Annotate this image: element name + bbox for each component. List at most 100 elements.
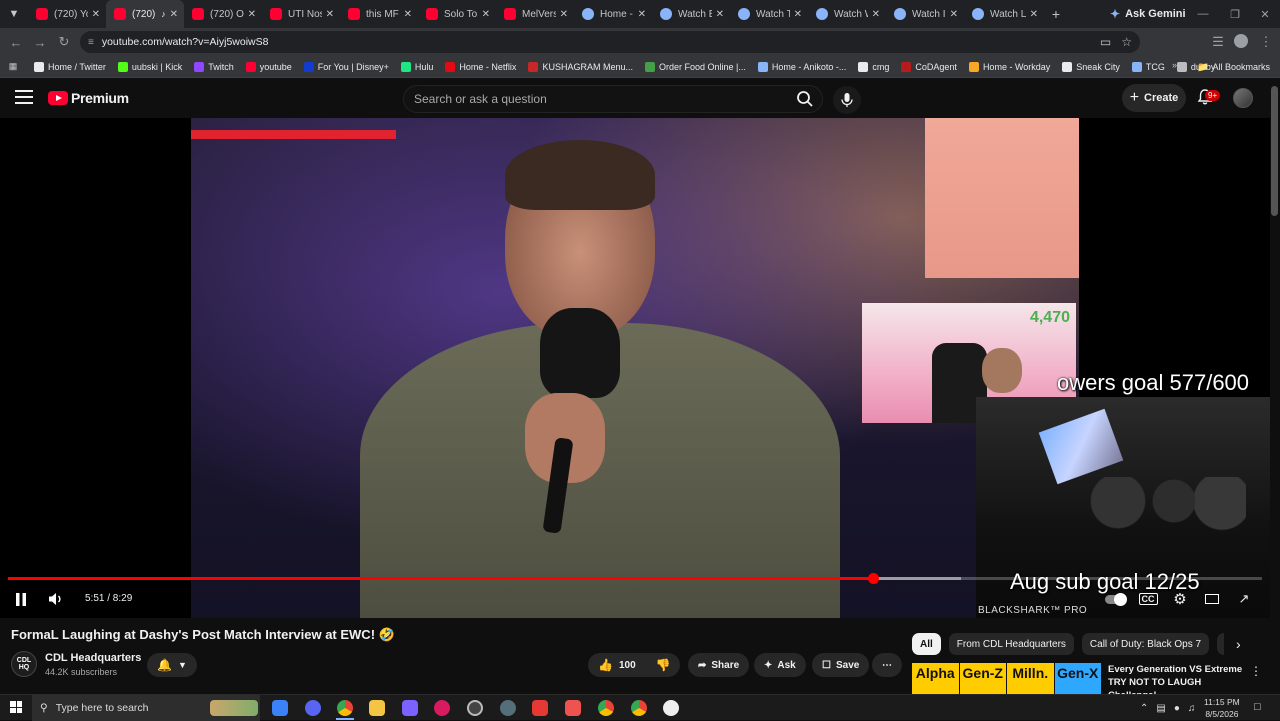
- bookmark-item[interactable]: Home - Anikoto -...: [757, 61, 846, 72]
- media-controls-icon[interactable]: ☰: [1206, 30, 1230, 54]
- bookmark-item[interactable]: Order Food Online |...: [644, 61, 746, 72]
- close-tab-icon[interactable]: ✕: [1030, 9, 1038, 20]
- bookmark-item[interactable]: Home - Netflix: [445, 61, 516, 72]
- fullscreen-button[interactable]: ↗: [1234, 588, 1254, 610]
- reload-icon[interactable]: ↻: [52, 30, 76, 54]
- channel-avatar[interactable]: CDL HQ: [11, 651, 37, 677]
- browser-tab[interactable]: MelVers ✕: [496, 0, 574, 28]
- like-button[interactable]: 👍 100: [598, 658, 636, 672]
- chrome-profile-2-icon[interactable]: [631, 700, 647, 716]
- voice-search-button[interactable]: [833, 86, 861, 114]
- close-tab-icon[interactable]: ✕: [716, 9, 724, 20]
- chrome-icon[interactable]: [337, 700, 353, 716]
- settings-button[interactable]: ⚙: [1170, 588, 1190, 610]
- back-arrow-icon[interactable]: ←: [4, 30, 28, 54]
- close-tab-icon[interactable]: ✕: [794, 9, 802, 20]
- close-tab-icon[interactable]: ✕: [170, 9, 178, 20]
- taskbar-clock[interactable]: 11:15 PM 8/5/2026: [1204, 696, 1240, 720]
- subscribed-notifications-button[interactable]: 🔔 ▼: [147, 653, 197, 677]
- ask-button[interactable]: ✦ Ask: [754, 653, 806, 677]
- bookmark-star-icon[interactable]: ☆: [1121, 35, 1132, 49]
- browser-tab[interactable]: (720) Yo ✕: [28, 0, 106, 28]
- captions-button[interactable]: CC: [1138, 588, 1158, 610]
- browser-menu-icon[interactable]: ⋮: [1254, 30, 1278, 54]
- bookmark-item[interactable]: Home - Workday: [968, 61, 1050, 72]
- close-tab-icon[interactable]: ✕: [950, 9, 958, 20]
- close-tab-icon[interactable]: ✕: [560, 9, 568, 20]
- restore-button[interactable]: ❐: [1218, 0, 1252, 28]
- windows-start-icon[interactable]: [10, 701, 22, 713]
- media-player-icon[interactable]: [434, 700, 450, 716]
- browser-tab[interactable]: Watch B ✕: [652, 0, 730, 28]
- account-avatar[interactable]: [1233, 88, 1253, 108]
- close-tab-icon[interactable]: ✕: [872, 9, 880, 20]
- tab-search-chevron-icon[interactable]: ▼: [0, 0, 28, 28]
- all-bookmarks-button[interactable]: 📁 All Bookmarks: [1197, 56, 1270, 78]
- browser-tab[interactable]: Watch W ✕: [808, 0, 886, 28]
- browser-tab[interactable]: Watch L ✕: [964, 0, 1044, 28]
- microphone-tray-icon[interactable]: ●: [1174, 703, 1180, 714]
- browser-tab[interactable]: Home - ✕: [574, 0, 652, 28]
- bookmark-item[interactable]: Home / Twitter: [34, 61, 106, 72]
- close-tab-icon[interactable]: ✕: [326, 9, 334, 20]
- page-scrollbar[interactable]: [1271, 86, 1278, 216]
- close-tab-icon[interactable]: ✕: [482, 9, 490, 20]
- bookmark-item[interactable]: For You | Disney+: [303, 61, 389, 72]
- clock-app-icon[interactable]: [663, 700, 679, 716]
- chrome-profile-icon[interactable]: [598, 700, 614, 716]
- bookmark-item[interactable]: uubski | Kick: [117, 61, 182, 72]
- miniplayer-button[interactable]: [1202, 588, 1222, 610]
- recommendation-menu-icon[interactable]: ⋮: [1250, 664, 1262, 678]
- pause-button[interactable]: [12, 588, 30, 610]
- chevron-up-icon[interactable]: ⌃: [1140, 703, 1148, 714]
- share-button[interactable]: ➦ Share: [688, 653, 750, 677]
- search-input[interactable]: Search or ask a question: [403, 85, 823, 113]
- notification-center-icon[interactable]: □: [1254, 701, 1261, 713]
- video-player[interactable]: 4,470 BLACKSHARK™ PRO owers goal 577/600…: [0, 118, 1270, 618]
- network-icon[interactable]: ▤: [1156, 703, 1165, 714]
- browser-tab[interactable]: (720) Of ✕: [184, 0, 262, 28]
- browser-tab[interactable]: (720) ♪ ✕: [106, 0, 184, 28]
- minimize-button[interactable]: —: [1186, 0, 1220, 28]
- profile-icon[interactable]: [1234, 34, 1248, 48]
- tab-audio-icon[interactable]: ♪: [161, 9, 166, 19]
- browser-tab[interactable]: Watch T ✕: [730, 0, 808, 28]
- search-button[interactable]: [790, 87, 820, 111]
- bookmark-item[interactable]: Hulu: [400, 61, 433, 72]
- create-button[interactable]: + Create: [1122, 84, 1186, 112]
- filter-chip[interactable]: All: [912, 633, 941, 655]
- discord-icon[interactable]: [305, 700, 321, 716]
- progress-bar[interactable]: [8, 573, 1262, 584]
- close-tab-icon[interactable]: ✕: [92, 9, 100, 20]
- app-icon[interactable]: [500, 700, 516, 716]
- bookmarks-overflow-chevron-icon[interactable]: »: [1172, 60, 1177, 70]
- speaker-icon[interactable]: ♫: [1188, 703, 1196, 714]
- recommendation-thumbnail[interactable]: Alpha Gen-Z Milln. Gen-X: [912, 663, 1102, 695]
- dislike-button[interactable]: 👎: [656, 658, 671, 672]
- bookmark-item[interactable]: CoDAgent: [901, 61, 957, 72]
- browser-tab[interactable]: this MF ✕: [340, 0, 418, 28]
- autoplay-toggle[interactable]: [1104, 588, 1127, 610]
- bookmark-item[interactable]: youtube: [245, 61, 292, 72]
- browser-tab[interactable]: Solo To ✕: [418, 0, 496, 28]
- channel-name[interactable]: CDL Headquarters: [45, 652, 141, 664]
- filter-chip[interactable]: From CDL Headquarters: [948, 633, 1074, 655]
- ask-gemini-button[interactable]: ✦ Ask Gemini: [1100, 4, 1196, 24]
- chevron-right-icon[interactable]: ›: [1236, 636, 1241, 652]
- close-tab-icon[interactable]: ✕: [404, 9, 412, 20]
- bookmark-item[interactable]: cmg: [858, 61, 889, 72]
- bookmark-item[interactable]: Twitch: [194, 61, 234, 72]
- bookmark-item[interactable]: KUSHAGRAM Menu...: [528, 61, 633, 72]
- game-controller-icon[interactable]: [402, 700, 418, 716]
- close-tab-icon[interactable]: ✕: [248, 9, 256, 20]
- save-button[interactable]: ☐ Save: [812, 653, 870, 677]
- browser-tab[interactable]: Watch I ✕: [886, 0, 964, 28]
- close-tab-icon[interactable]: ✕: [638, 9, 646, 20]
- forward-arrow-icon[interactable]: →: [28, 30, 52, 54]
- file-explorer-icon[interactable]: [369, 700, 385, 716]
- volume-button[interactable]: [46, 588, 66, 610]
- apps-grid-icon[interactable]: ▦: [0, 61, 26, 72]
- acrobat-icon[interactable]: [565, 700, 581, 716]
- site-info-icon[interactable]: ≡: [88, 37, 94, 48]
- edge-icon[interactable]: [272, 700, 288, 716]
